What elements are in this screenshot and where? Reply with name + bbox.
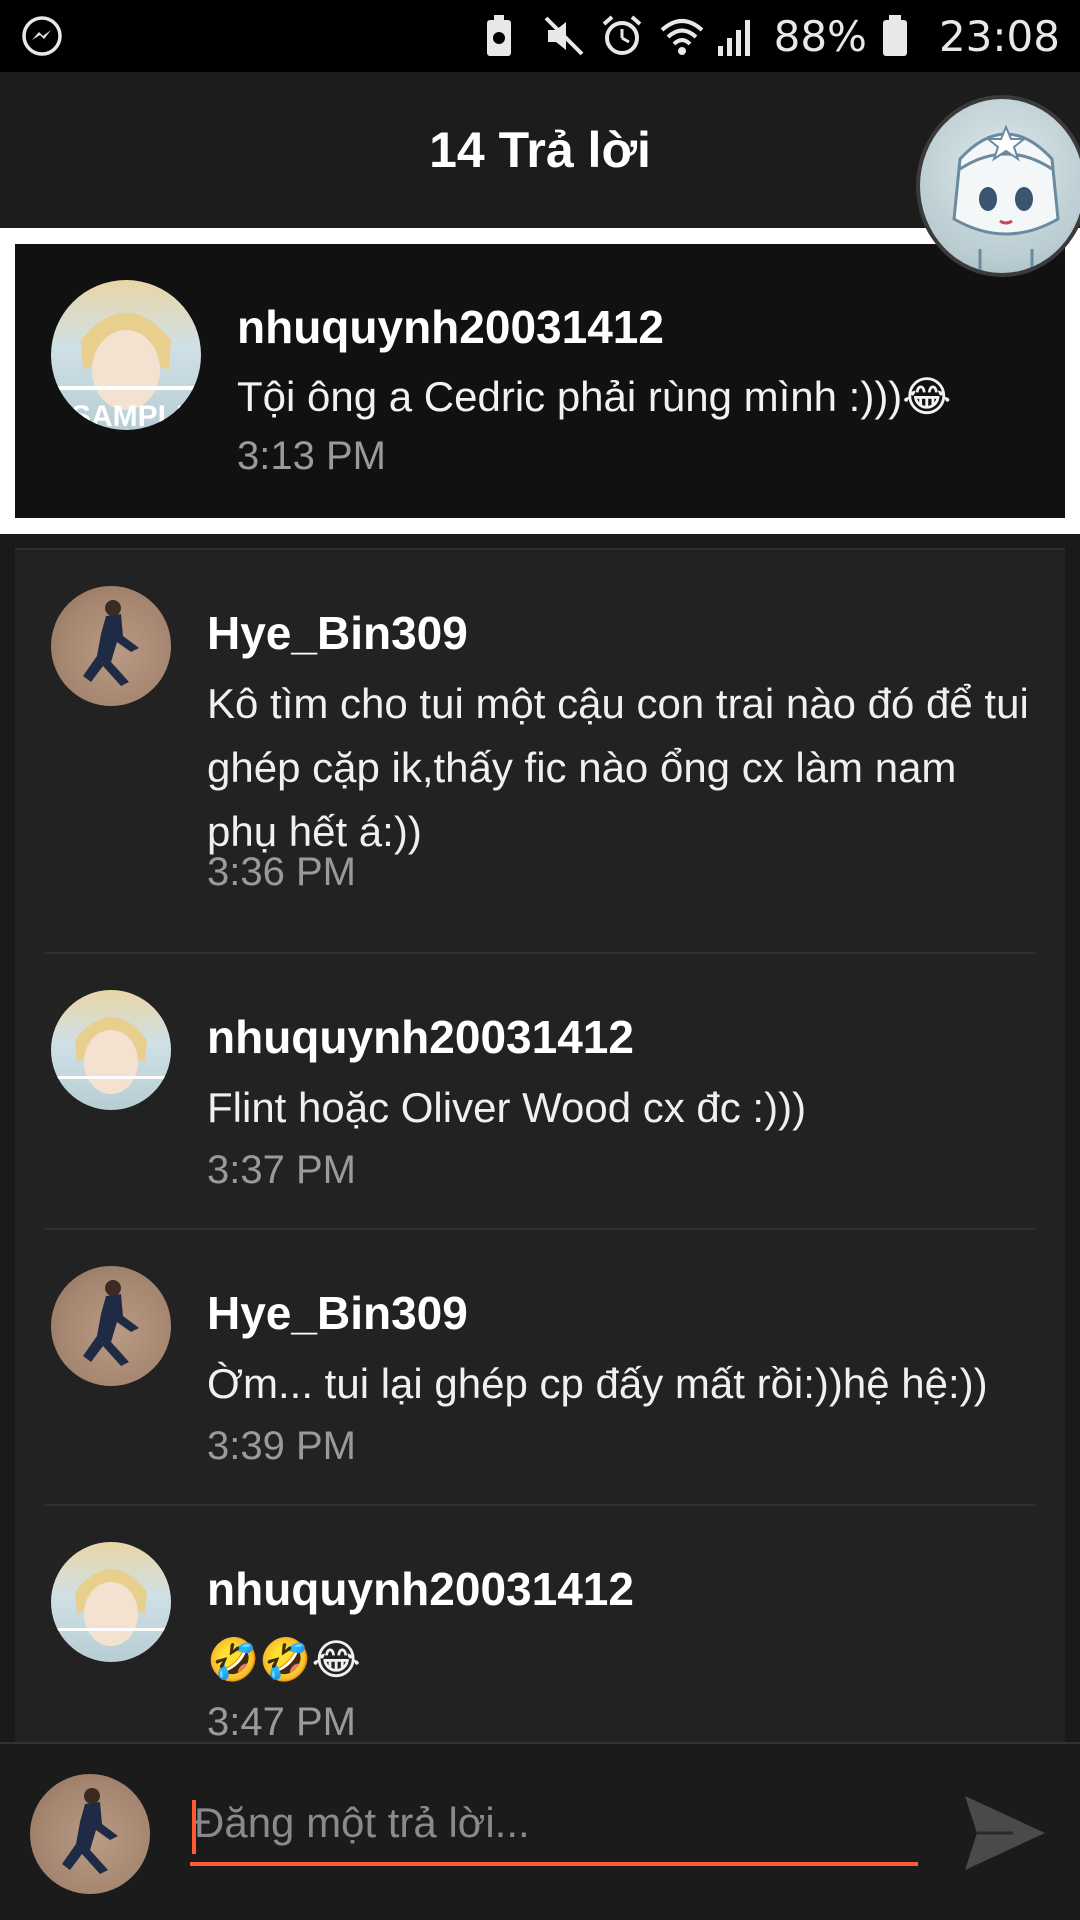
- battery-percent: 88%: [773, 11, 867, 61]
- list-item: nhuquynh20031412 🤣🤣😂 3:47 PM: [45, 1506, 1035, 1742]
- avatar[interactable]: SAMPLE: [51, 280, 201, 430]
- avatar[interactable]: [51, 1542, 171, 1662]
- avatar: [30, 1774, 150, 1894]
- reply-time: 3:39 PM: [207, 1424, 356, 1468]
- wifi-icon: [658, 14, 703, 58]
- comment-username[interactable]: nhuquynh20031412: [237, 300, 664, 354]
- avatar[interactable]: [51, 990, 171, 1110]
- signal-icon: [716, 14, 760, 58]
- chat-head-avatar[interactable]: [916, 95, 1080, 277]
- reply-username[interactable]: Hye_Bin309: [207, 606, 468, 660]
- clock: 23:08: [938, 11, 1060, 61]
- reply-time: 3:37 PM: [207, 1148, 356, 1192]
- mute-icon: [542, 14, 586, 58]
- original-comment: SAMPLE nhuquynh20031412 Tội ông a Cedric…: [15, 244, 1065, 518]
- avatar[interactable]: [51, 586, 171, 706]
- status-bar: 88% 23:08: [0, 0, 1080, 72]
- avatar-watermark: SAMPLE: [71, 400, 196, 430]
- messenger-icon: [20, 14, 64, 58]
- replies-list[interactable]: Hye_Bin309 Kô tìm cho tui một cậu con tr…: [15, 548, 1065, 1742]
- reply-composer: [0, 1742, 1080, 1920]
- send-icon: [963, 1794, 1047, 1877]
- reply-text: 🤣🤣😂: [207, 1636, 361, 1683]
- comment-text: Tội ông a Cedric phải rùng mình :)))😂: [237, 373, 952, 420]
- reply-input[interactable]: [190, 1784, 918, 1866]
- reply-text: Flint hoặc Oliver Wood cx đc :))): [207, 1084, 807, 1131]
- reply-username[interactable]: Hye_Bin309: [207, 1286, 468, 1340]
- comment-time: 3:13 PM: [237, 434, 386, 478]
- send-button[interactable]: [962, 1792, 1048, 1878]
- reply-text: Kô tìm cho tui một cậu con trai nào đó đ…: [207, 680, 1029, 855]
- reply-text: Ờm... tui lại ghép cp đấy mất rồi:))hệ h…: [207, 1360, 988, 1407]
- page-title: 14 Trả lời: [429, 122, 651, 178]
- avatar[interactable]: [51, 1266, 171, 1386]
- reply-username[interactable]: nhuquynh20031412: [207, 1562, 634, 1616]
- list-item: Hye_Bin309 Kô tìm cho tui một cậu con tr…: [45, 550, 1035, 954]
- list-item: nhuquynh20031412 Flint hoặc Oliver Wood …: [45, 954, 1035, 1230]
- battery-icon: [881, 14, 925, 58]
- battery-saver-icon: [484, 14, 528, 58]
- reply-time: 3:47 PM: [207, 1700, 356, 1742]
- list-item: Hye_Bin309 Ờm... tui lại ghép cp đấy mất…: [45, 1230, 1035, 1506]
- text-cursor: [192, 1800, 196, 1854]
- reply-time: 3:36 PM: [207, 850, 356, 894]
- alarm-icon: [600, 14, 644, 58]
- reply-username[interactable]: nhuquynh20031412: [207, 1010, 634, 1064]
